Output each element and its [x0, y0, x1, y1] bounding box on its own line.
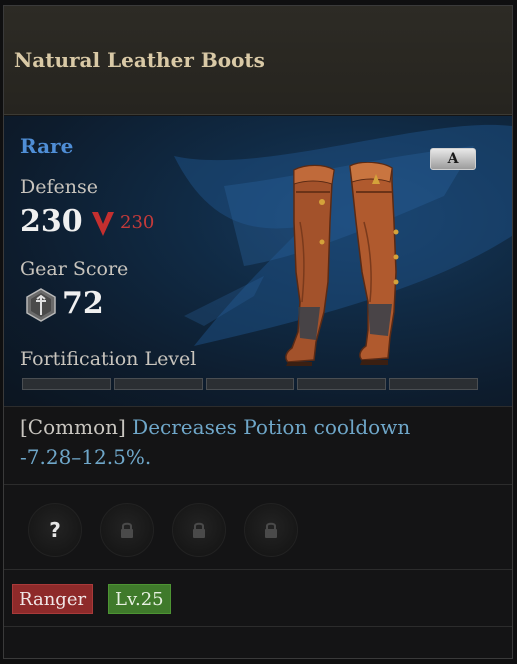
leather-boots-image [285, 162, 399, 366]
class-tag: Ranger [12, 584, 94, 614]
socket-row: ? [28, 503, 298, 559]
fortification-segment [205, 378, 295, 390]
fortification-segment [389, 378, 478, 390]
defense-compare-value: 230 [120, 212, 155, 233]
item-tooltip: Natural Leather Boots Rare A Defense 230… [3, 5, 513, 659]
socket-locked[interactable] [100, 503, 154, 557]
socket-locked[interactable] [172, 503, 226, 557]
fortification-segment [297, 378, 387, 390]
defense-label: Defense [20, 176, 98, 198]
tooltip-header: Natural Leather Boots [4, 6, 512, 115]
gear-score-emblem-icon [26, 288, 56, 322]
lock-icon [265, 522, 277, 538]
socket-locked[interactable] [244, 503, 298, 557]
lock-icon [193, 522, 205, 538]
grade-badge: A [430, 148, 476, 170]
divider [4, 626, 512, 627]
divider [4, 569, 512, 570]
fortification-segment [22, 378, 111, 390]
socket-unknown[interactable]: ? [28, 503, 82, 557]
divider [4, 484, 512, 485]
effect-tier: [Common] [20, 415, 126, 439]
question-mark-icon: ? [49, 518, 61, 542]
level-tag: Lv.25 [108, 584, 171, 614]
effect-description: Decreases Potion cooldown [132, 415, 411, 439]
fortification-level-bar [22, 378, 478, 390]
lock-icon [121, 522, 133, 538]
item-name: Natural Leather Boots [14, 48, 265, 72]
gear-score-label: Gear Score [20, 258, 129, 280]
down-chevron-icon [92, 212, 114, 236]
fortification-label: Fortification Level [20, 348, 197, 370]
item-effect: [Common] Decreases Potion cooldown -7.28… [20, 412, 490, 472]
rarity-label: Rare [20, 134, 74, 158]
item-preview-area: Rare A Defense 230 230 Gear Score 72 For… [4, 116, 512, 406]
effect-range: -7.28–12.5%. [20, 445, 152, 469]
divider [4, 406, 512, 407]
fortification-segment [113, 378, 203, 390]
gear-score-value: 72 [62, 286, 104, 321]
defense-value: 230 [20, 204, 83, 239]
